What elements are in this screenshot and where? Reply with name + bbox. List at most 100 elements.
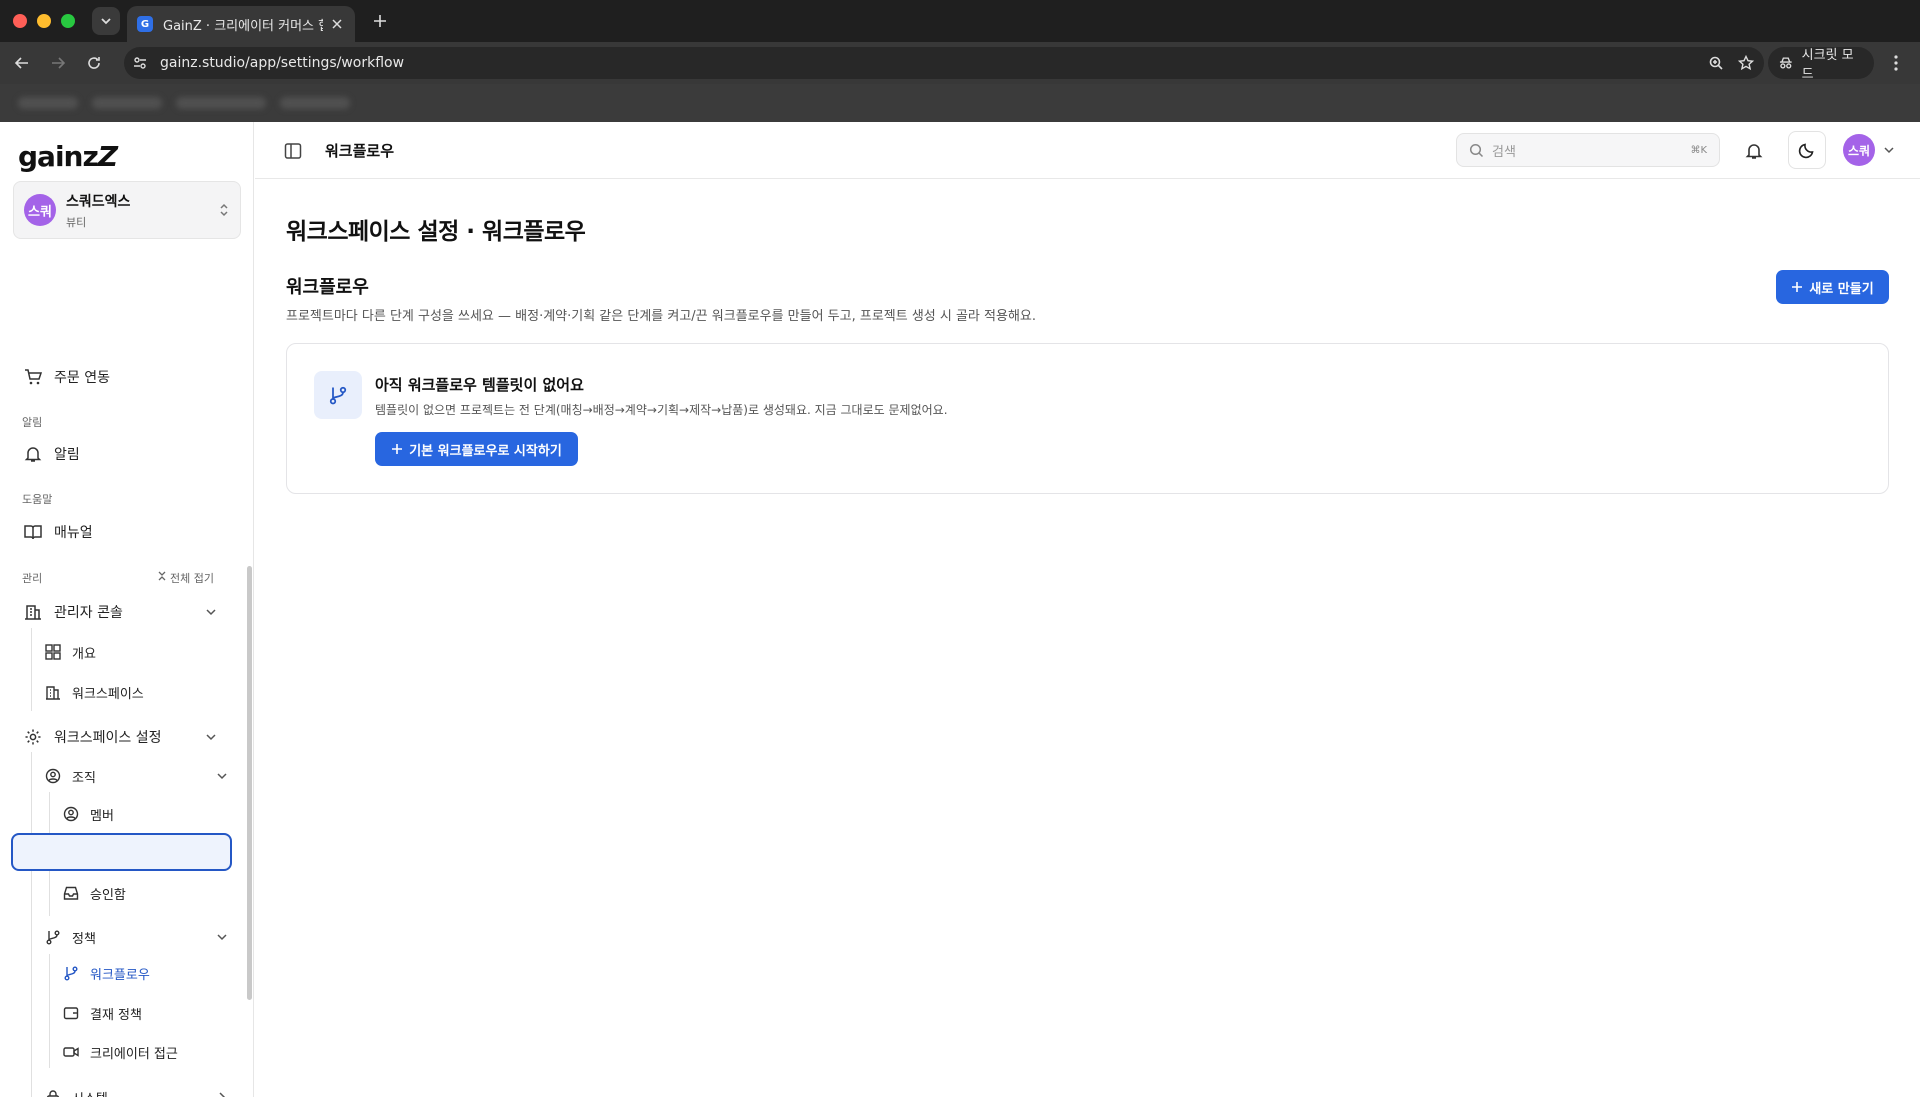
workspace-switcher[interactable]: 스쿼 스쿼드엑스 뷰티 [13, 181, 241, 239]
book-icon [24, 523, 42, 541]
collapse-all-label: 전체 접기 [170, 572, 214, 585]
sidebar-item-label: 워크스페이스 [72, 686, 144, 702]
sidebar-toggle-button[interactable] [283, 141, 303, 161]
sidebar: gainzZ 스쿼 스쿼드엑스 뷰티 주문 연동 알림 알림 도움말 매뉴얼 관… [0, 122, 254, 1097]
sidebar-item-creator-access[interactable]: 크리에이터 접근 [62, 1037, 178, 1067]
building-icon [24, 603, 42, 621]
section-description: 프로젝트마다 다른 단계 구성을 쓰세요 — 배정·계약·기획 같은 단계를 켜… [286, 309, 1036, 324]
inbox-icon [62, 884, 80, 902]
maximize-window-button[interactable] [61, 14, 75, 28]
cart-icon [24, 368, 42, 386]
sidebar-scrollbar[interactable] [247, 566, 252, 1000]
sidebar-item-label: 시스템 [72, 1088, 108, 1097]
sidebar-item-label: 워크스페이스 설정 [54, 730, 162, 746]
video-icon [62, 1043, 80, 1061]
sidebar-item-policy[interactable]: 정책 [44, 922, 96, 952]
start-default-workflow-button[interactable]: 기본 워크플로우로 시작하기 [375, 432, 578, 466]
forward-button[interactable] [46, 51, 70, 75]
incognito-icon [1779, 57, 1792, 69]
search-shortcut: ⌘K [1690, 144, 1707, 156]
sidebar-item-label: 매뉴얼 [54, 525, 93, 541]
tab-title: GainZ · 크리에이터 커머스 협업 O [163, 18, 323, 34]
chevron-down-icon[interactable] [204, 605, 218, 619]
sidebar-item-admin-console[interactable]: 관리자 콘솔 [24, 597, 220, 627]
chevron-up-down-icon [220, 203, 228, 217]
bell-icon [24, 445, 42, 463]
sidebar-item-alerts[interactable]: 알림 [24, 439, 80, 469]
zoom-icon[interactable] [1708, 55, 1724, 71]
reload-button[interactable] [82, 51, 106, 75]
chevron-down-icon[interactable] [215, 930, 229, 944]
bookmark-star-icon[interactable] [1738, 55, 1754, 71]
gainz-logo[interactable]: gainzZ [18, 140, 118, 173]
user-avatar[interactable]: 스쿼 [1843, 134, 1875, 166]
sidebar-item-payment-policy[interactable]: 결재 정책 [62, 998, 142, 1028]
user-circle-icon [62, 805, 80, 823]
sidebar-item-label: 관리자 콘솔 [54, 605, 123, 621]
user-circle-icon [44, 767, 62, 785]
arrow-left-icon [14, 57, 28, 69]
plus-icon [1792, 282, 1803, 292]
new-workflow-label: 새로 만들기 [1809, 281, 1874, 297]
incognito-badge[interactable]: 시크릿 모드 [1768, 47, 1874, 82]
back-button[interactable] [10, 51, 34, 75]
address-bar[interactable]: gainz.studio/app/settings/workflow [124, 47, 1764, 79]
sidebar-item-system[interactable]: 시스템 [44, 1082, 108, 1097]
collapse-all-button[interactable]: 전체 접기 [157, 570, 214, 586]
empty-state-card: 아직 워크플로우 템플릿이 없어요 템플릿이 없으면 프로젝트는 전 단계(매칭… [286, 343, 1889, 494]
plus-icon [374, 15, 386, 27]
sidebar-item-label: 멤버 [90, 808, 114, 824]
chevron-right-icon[interactable] [215, 1090, 229, 1097]
sidebar-item-label: 정책 [72, 931, 96, 947]
sidebar-item-label: 조직 [72, 770, 96, 786]
app-root: gainzZ 스쿼 스쿼드엑스 뷰티 주문 연동 알림 알림 도움말 매뉴얼 관… [0, 122, 1920, 1097]
sidebar-item-overview[interactable]: 개요 [44, 637, 96, 667]
url-text: gainz.studio/app/settings/workflow [160, 55, 405, 71]
tree-line [31, 628, 32, 711]
sidebar-item-workspace-settings[interactable]: 워크스페이스 설정 [24, 722, 162, 752]
new-workflow-button[interactable]: 새로 만들기 [1776, 270, 1889, 304]
favicon-icon: G [137, 16, 153, 32]
start-default-workflow-label: 기본 워크플로우로 시작하기 [409, 443, 562, 459]
sidebar-item-label: 결재 정책 [90, 1007, 142, 1023]
site-settings-icon[interactable] [130, 53, 150, 73]
sidebar-item-workspace[interactable]: 워크스페이스 [44, 677, 144, 707]
sidebar-item-approvals[interactable]: 승인함 [62, 878, 126, 908]
reload-icon [88, 57, 100, 69]
active-item-highlight [11, 833, 232, 871]
sidebar-item-order-sync[interactable]: 주문 연동 [24, 362, 110, 392]
close-tab-icon[interactable] [329, 16, 345, 32]
search-input[interactable]: 검색 ⌘K [1456, 133, 1720, 167]
breadcrumb: 워크플로우 [325, 142, 395, 160]
building-icon [44, 683, 62, 701]
theme-toggle-button[interactable] [1788, 131, 1826, 169]
sidebar-item-label: 개요 [72, 646, 96, 662]
more-vertical-icon [1894, 55, 1898, 71]
chevron-down-icon[interactable] [215, 769, 229, 783]
new-tab-button[interactable] [368, 9, 392, 33]
close-window-button[interactable] [13, 14, 27, 28]
tree-line [49, 954, 50, 1068]
sidebar-item-workflow[interactable]: 워크플로우 [62, 958, 150, 988]
empty-state-description: 템플릿이 없으면 프로젝트는 전 단계(매칭→배정→계약→기획→제작→납품)로 … [375, 403, 948, 417]
plus-icon [392, 444, 403, 454]
notifications-button[interactable] [1743, 140, 1765, 162]
browser-menu-button[interactable] [1886, 53, 1906, 73]
workspace-category: 뷰티 [66, 215, 87, 229]
moon-icon [1798, 143, 1814, 159]
sidebar-item-members[interactable]: 멤버 [62, 799, 114, 829]
chevron-down-icon[interactable] [1883, 144, 1895, 156]
sidebar-item-manual[interactable]: 매뉴얼 [24, 517, 93, 547]
chevron-down-icon[interactable] [204, 730, 218, 744]
browser-titlebar: G GainZ · 크리에이터 커머스 협업 O [0, 0, 1920, 42]
minimize-window-button[interactable] [37, 14, 51, 28]
sidebar-item-label: 알림 [54, 447, 80, 463]
tab-search-button[interactable] [92, 7, 120, 35]
sidebar-item-organization[interactable]: 조직 [44, 761, 96, 791]
search-placeholder: 검색 [1492, 144, 1516, 160]
panel-left-icon [284, 143, 302, 159]
workspace-name: 스쿼드엑스 [66, 193, 131, 210]
browser-tab[interactable]: G GainZ · 크리에이터 커머스 협업 O [127, 6, 355, 42]
lock-icon [44, 1088, 62, 1097]
section-label-admin: 관리 [22, 572, 43, 585]
